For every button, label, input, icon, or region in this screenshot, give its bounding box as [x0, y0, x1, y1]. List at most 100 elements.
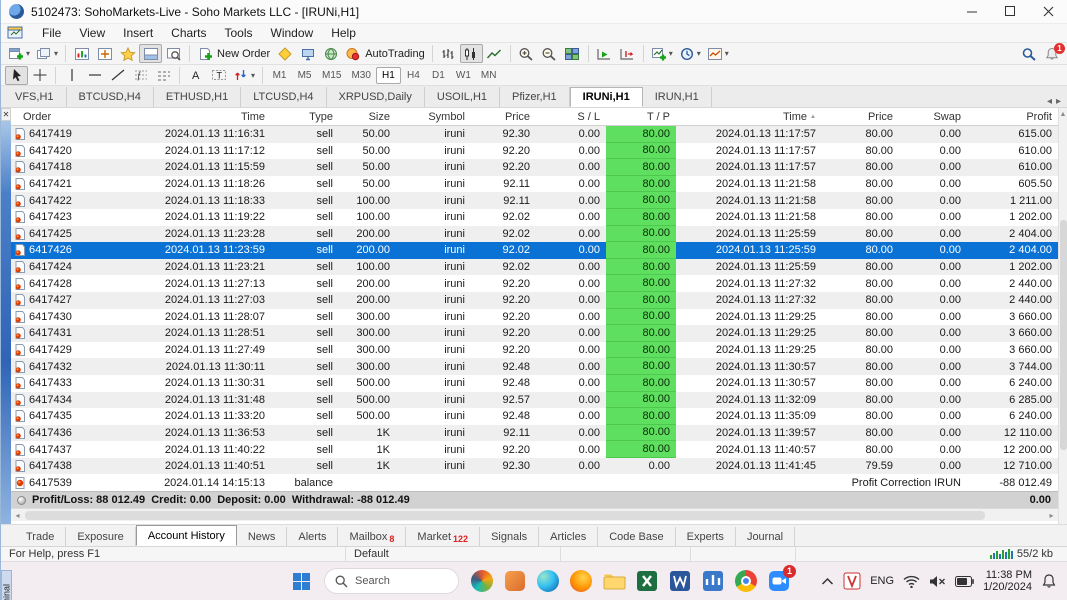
table-row[interactable]: 6417418 2024.01.13 11:15:59 sell 50.00 iruni…	[11, 159, 1058, 176]
fibonacci-button[interactable]: f	[129, 66, 152, 85]
metatrader-icon[interactable]	[700, 568, 726, 594]
vertical-scroll-thumb[interactable]	[1059, 220, 1067, 450]
table-row[interactable]: 6417435 2024.01.13 11:33:20 sell 500.00 irun…	[11, 408, 1058, 425]
table-row[interactable]: 6417419 2024.01.13 11:16:31 sell 50.00 iruni…	[11, 126, 1058, 143]
zoom-in-button[interactable]	[515, 44, 538, 63]
terminal-tab-signals[interactable]: Signals	[480, 527, 540, 546]
arrows-button[interactable]: ▾	[230, 66, 258, 85]
tabs-scroll-right-icon[interactable]: ▸	[1056, 96, 1061, 107]
firefox-icon[interactable]	[568, 568, 594, 594]
column-header-profit[interactable]: Profit	[967, 108, 1058, 125]
menu-charts[interactable]: Charts	[162, 24, 215, 42]
market-watch-button[interactable]	[70, 44, 93, 63]
chart-tab-iruni-h1[interactable]: IRUNi,H1	[569, 87, 643, 107]
timeframe-m30[interactable]: M30	[346, 67, 375, 84]
horizontal-scroll-thumb[interactable]	[25, 511, 985, 521]
candlestick-chart-button[interactable]	[459, 44, 483, 63]
zoom-icon[interactable]: 1	[766, 565, 796, 594]
cursor-button[interactable]	[5, 65, 28, 85]
menu-help[interactable]: Help	[322, 24, 365, 42]
column-header-size[interactable]: Size	[339, 108, 396, 125]
table-row[interactable]: 6417436 2024.01.13 11:36:53 sell 1K iruni 92.…	[11, 424, 1058, 442]
horizontal-line-button[interactable]	[83, 66, 106, 85]
tile-windows-button[interactable]	[561, 44, 584, 63]
battery-icon[interactable]	[955, 575, 974, 587]
scroll-up-icon[interactable]: ▲	[1059, 108, 1067, 120]
terminal-tab-code-base[interactable]: Code Base	[598, 527, 676, 546]
balance-row[interactable]: 6417539 2024.01.14 14:15:13 balance Profit …	[11, 474, 1058, 492]
table-row[interactable]: 6417434 2024.01.13 11:31:48 sell 500.00 irun…	[11, 391, 1058, 409]
column-header-open_price[interactable]: Price	[471, 108, 536, 125]
table-row[interactable]: 6417422 2024.01.13 11:18:33 sell 100.00 irun…	[11, 192, 1058, 209]
chart-tab-vfs-h1[interactable]: VFS,H1	[3, 87, 67, 107]
timeframe-mn[interactable]: MN	[476, 67, 502, 84]
new-order-button[interactable]: New Order	[194, 44, 273, 63]
column-header-swap[interactable]: Swap	[899, 108, 967, 125]
data-window-button[interactable]	[93, 44, 116, 63]
terminal-tab-news[interactable]: News	[237, 527, 288, 546]
column-header-order[interactable]: Order	[11, 108, 111, 125]
terminal-tab-journal[interactable]: Journal	[736, 527, 796, 546]
terminal-tab-experts[interactable]: Experts	[676, 527, 736, 546]
timeframe-m1[interactable]: M1	[267, 67, 292, 84]
new-chart-button[interactable]: ▾	[5, 44, 33, 63]
horizontal-scrollbar[interactable]: ◂ ▸	[11, 508, 1058, 522]
column-header-tp[interactable]: T / P	[606, 108, 676, 125]
chart-tab-irun-h1[interactable]: IRUN,H1	[643, 87, 712, 107]
notification-bell-icon[interactable]	[1041, 573, 1057, 589]
wifi-icon[interactable]	[903, 575, 920, 588]
column-header-sl[interactable]: S / L	[536, 108, 606, 125]
strategy-tester-button[interactable]	[162, 44, 185, 63]
timeframe-w1[interactable]: W1	[451, 67, 476, 84]
timeframe-h4[interactable]: H4	[401, 67, 426, 84]
toolbar-search-button[interactable]	[1017, 44, 1040, 63]
chart-shift-button[interactable]	[616, 44, 639, 63]
metaeditor-button[interactable]	[273, 44, 296, 63]
profiles-button[interactable]: ▾	[33, 44, 61, 63]
menu-insert[interactable]: Insert	[114, 24, 162, 42]
terminal-vertical-tab[interactable]: Terminal	[1, 570, 12, 600]
zoom-out-button[interactable]	[538, 44, 561, 63]
menu-tools[interactable]: Tools	[216, 24, 262, 42]
terminal-tab-mailbox[interactable]: Mailbox 8	[338, 527, 407, 546]
community-button[interactable]	[319, 44, 342, 63]
close-button[interactable]	[1029, 0, 1067, 24]
autotrading-button[interactable]: AutoTrading	[342, 44, 428, 63]
table-row[interactable]: 6417429 2024.01.13 11:27:49 sell 300.00 irun…	[11, 341, 1058, 359]
panel-close-icon[interactable]: ✕	[1, 108, 11, 121]
table-row[interactable]: 6417428 2024.01.13 11:27:13 sell 200.00 irun…	[11, 275, 1058, 292]
terminal-tab-articles[interactable]: Articles	[539, 527, 599, 546]
terminal-button[interactable]	[139, 44, 163, 63]
volume-muted-icon[interactable]	[929, 575, 946, 588]
table-row[interactable]: 6417424 2024.01.13 11:23:21 sell 100.00 irun…	[11, 258, 1058, 276]
column-header-close_time[interactable]: Time ▲	[676, 108, 822, 125]
terminal-tab-alerts[interactable]: Alerts	[287, 527, 339, 546]
file-explorer-icon[interactable]	[601, 568, 627, 594]
trendline-button[interactable]	[106, 66, 129, 85]
tray-app-icon[interactable]	[843, 572, 861, 590]
crosshair-button[interactable]	[28, 66, 51, 85]
table-row[interactable]: 6417420 2024.01.13 11:17:12 sell 50.00 iruni…	[11, 142, 1058, 160]
vps-button[interactable]	[296, 44, 319, 63]
table-row[interactable]: 6417427 2024.01.13 11:27:03 sell 200.00 irun…	[11, 291, 1058, 309]
vertical-line-button[interactable]	[60, 66, 83, 85]
timeframe-m15[interactable]: M15	[317, 67, 346, 84]
menu-window[interactable]: Window	[262, 24, 323, 42]
taskbar-search[interactable]: Search	[324, 568, 459, 594]
widgets-icon[interactable]	[469, 568, 495, 594]
templates-button[interactable]: ▾	[704, 44, 732, 63]
taskbar-clock[interactable]: 11:38 PM 1/20/2024	[983, 569, 1032, 593]
chart-tab-btcusd-h4[interactable]: BTCUSD,H4	[67, 87, 154, 107]
chrome-icon[interactable]	[733, 568, 759, 594]
table-row[interactable]: 6417432 2024.01.13 11:30:11 sell 300.00 irun…	[11, 358, 1058, 375]
table-row[interactable]: 6417433 2024.01.13 11:30:31 sell 500.00 irun…	[11, 374, 1058, 392]
column-header-open_time[interactable]: Time	[111, 108, 271, 125]
status-profile[interactable]: Default	[346, 547, 561, 561]
text-button[interactable]: A	[184, 66, 207, 85]
chart-tab-xrpusd-daily[interactable]: XRPUSD,Daily	[327, 87, 425, 107]
terminal-tab-account-history[interactable]: Account History	[135, 525, 237, 546]
line-chart-button[interactable]	[483, 44, 506, 63]
language-indicator[interactable]: ENG	[870, 575, 894, 587]
auto-scroll-button[interactable]	[593, 44, 616, 63]
chart-tab-ethusd-h1[interactable]: ETHUSD,H1	[154, 87, 242, 107]
